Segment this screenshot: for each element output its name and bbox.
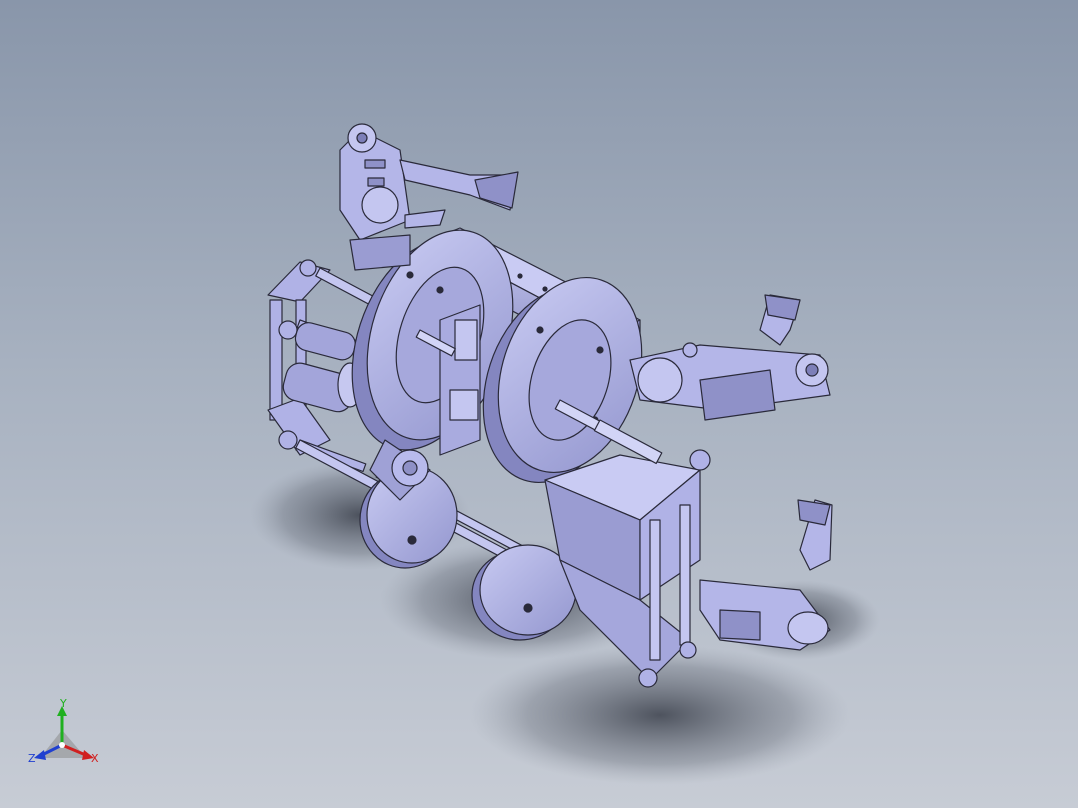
- x-axis-label: X: [91, 752, 99, 765]
- cad-viewport[interactable]: Y X Z: [0, 0, 1078, 808]
- triad-origin: [59, 742, 65, 748]
- z-axis-label: Z: [28, 752, 36, 765]
- y-axis-label: Y: [59, 697, 67, 710]
- model-graphics-area[interactable]: Y X Z: [0, 0, 1078, 808]
- robot-assembly[interactable]: [267, 123, 833, 688]
- front-lower-arm: [699, 499, 833, 651]
- z-axis-arrow-icon: [34, 750, 46, 760]
- coordinate-triad[interactable]: Y X Z: [28, 697, 99, 765]
- front-upper-arm: [629, 294, 831, 421]
